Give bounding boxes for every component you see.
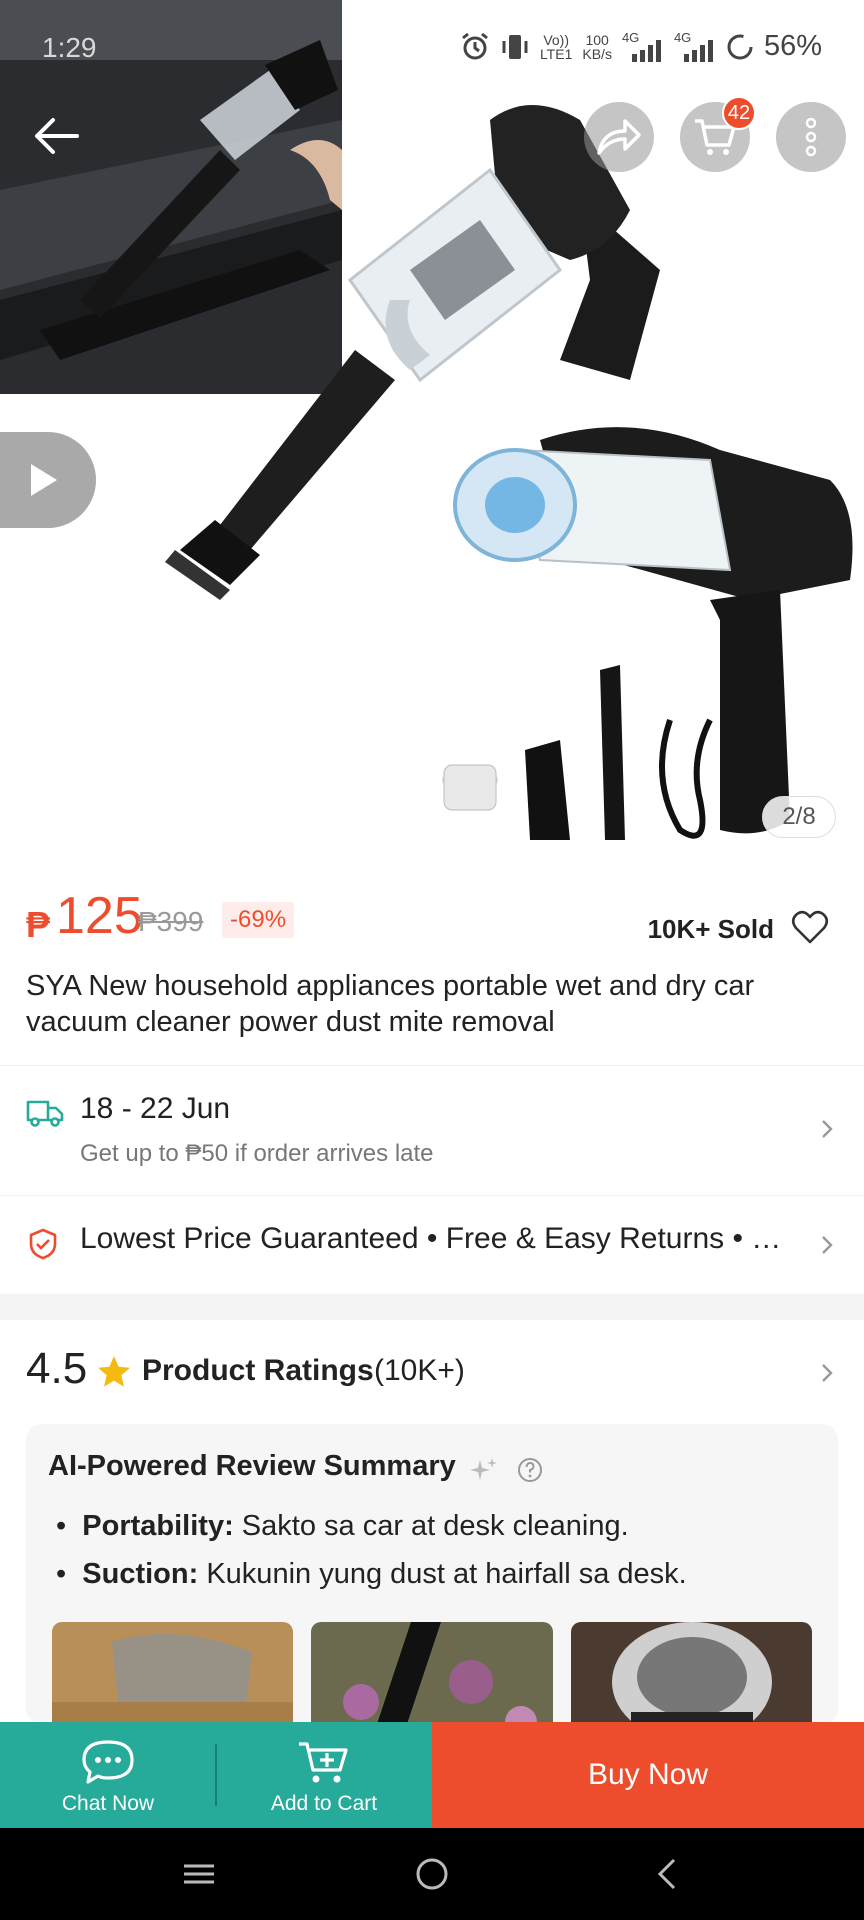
truck-icon — [26, 1100, 64, 1127]
original-price: ₱399 — [138, 906, 204, 937]
product-title: SYA New household appliances portable we… — [26, 970, 755, 1038]
more-vertical-icon — [805, 117, 817, 157]
chat-now-button[interactable]: Chat Now — [0, 1722, 216, 1828]
status-icons: Vo)) LTE1 100 KB/s 4G 4G 56% — [460, 30, 822, 63]
volte-indicator: Vo)) LTE1 — [539, 31, 573, 62]
image-page-counter: 2/8 — [762, 796, 836, 838]
section-separator — [0, 1294, 864, 1320]
guarantees-text: Lowest Price Guaranteed • Free & Easy Re… — [80, 1222, 782, 1255]
chevron-right-icon — [822, 1120, 833, 1138]
secondary-actions: Chat Now Add to Cart — [0, 1722, 432, 1828]
review-photos — [52, 1622, 812, 1724]
shipping-row[interactable]: 18 - 22 Jun Get up to ₱50 if order arriv… — [0, 1066, 864, 1194]
heart-icon[interactable] — [790, 908, 830, 948]
currency-symbol: ₱ — [26, 904, 51, 945]
review-photo[interactable] — [311, 1622, 553, 1724]
late-delivery-note: Get up to ₱50 if order arrives late — [80, 1140, 434, 1167]
vacuum-accessories-image — [442, 427, 853, 840]
arrow-left-icon — [35, 118, 79, 154]
sold-count: 10K+ Sold — [647, 914, 774, 944]
status-bar: 1:29 Vo)) LTE1 100 KB/s 4G 4G 56% — [0, 0, 864, 100]
battery-level: 56% — [763, 30, 822, 62]
add-to-cart-icon — [299, 1742, 348, 1783]
play-icon — [31, 464, 57, 496]
summary-item: • Suction: Kukunin yung dust at hairfall… — [56, 1558, 687, 1590]
star-icon — [98, 1356, 130, 1387]
sparkle-icon — [470, 1458, 497, 1480]
buy-now-button[interactable]: Buy Now — [432, 1722, 864, 1828]
ai-review-summary: AI-Powered Review Summary • Portability:… — [26, 1424, 838, 1724]
help-icon[interactable] — [516, 1456, 544, 1484]
chevron-right-icon — [822, 1236, 833, 1254]
price-row: ₱ 125 ₱399 -69% 10K+ Sold — [26, 886, 838, 966]
battery-saver-icon — [727, 34, 753, 59]
summary-title: AI-Powered Review Summary — [48, 1450, 456, 1482]
chat-icon — [82, 1740, 134, 1784]
signal-icon: 4G — [622, 30, 664, 62]
ratings-count: (10K+) — [374, 1354, 465, 1387]
rating-score: 4.5 — [26, 1344, 88, 1393]
review-photo[interactable] — [52, 1622, 294, 1724]
bottom-action-bar: Chat Now Add to Cart Buy Now — [0, 1722, 864, 1828]
cart-count-badge: 42 — [722, 96, 756, 130]
signal-icon-2: 4G — [674, 30, 716, 62]
review-photo[interactable] — [570, 1622, 812, 1724]
home-icon[interactable] — [414, 1854, 450, 1894]
recent-apps-icon[interactable] — [182, 1854, 216, 1894]
ratings-label: Product Ratings — [142, 1354, 374, 1387]
vibrate-icon — [502, 34, 528, 59]
guarantees-row[interactable]: Lowest Price Guaranteed • Free & Easy Re… — [0, 1196, 864, 1294]
more-options-button[interactable] — [776, 102, 846, 172]
cart-button[interactable]: 42 — [680, 96, 756, 172]
shield-check-icon — [29, 1228, 57, 1260]
add-to-cart-label: Add to Cart — [270, 1792, 378, 1815]
delivery-date: 18 - 22 Jun — [80, 1092, 231, 1125]
discount-badge: -69% — [222, 902, 295, 938]
ratings-header[interactable]: 4.5 Product Ratings (10K+) — [0, 1320, 864, 1420]
current-price: 125 — [56, 887, 143, 945]
play-video-button[interactable] — [0, 432, 96, 528]
share-button[interactable] — [584, 102, 654, 172]
status-time: 1:29 — [42, 32, 97, 63]
chevron-right-icon — [822, 1364, 833, 1382]
system-navigation-bar — [0, 1828, 864, 1920]
summary-item: • Portability: Sakto sa car at desk clea… — [56, 1510, 629, 1542]
add-to-cart-button[interactable]: Add to Cart — [216, 1722, 432, 1828]
back-nav-icon[interactable] — [652, 1854, 682, 1894]
share-icon — [597, 119, 641, 155]
network-speed: 100 KB/s — [582, 31, 612, 62]
alarm-icon — [462, 32, 488, 59]
back-button[interactable] — [4, 102, 108, 170]
chat-now-label: Chat Now — [61, 1792, 155, 1815]
